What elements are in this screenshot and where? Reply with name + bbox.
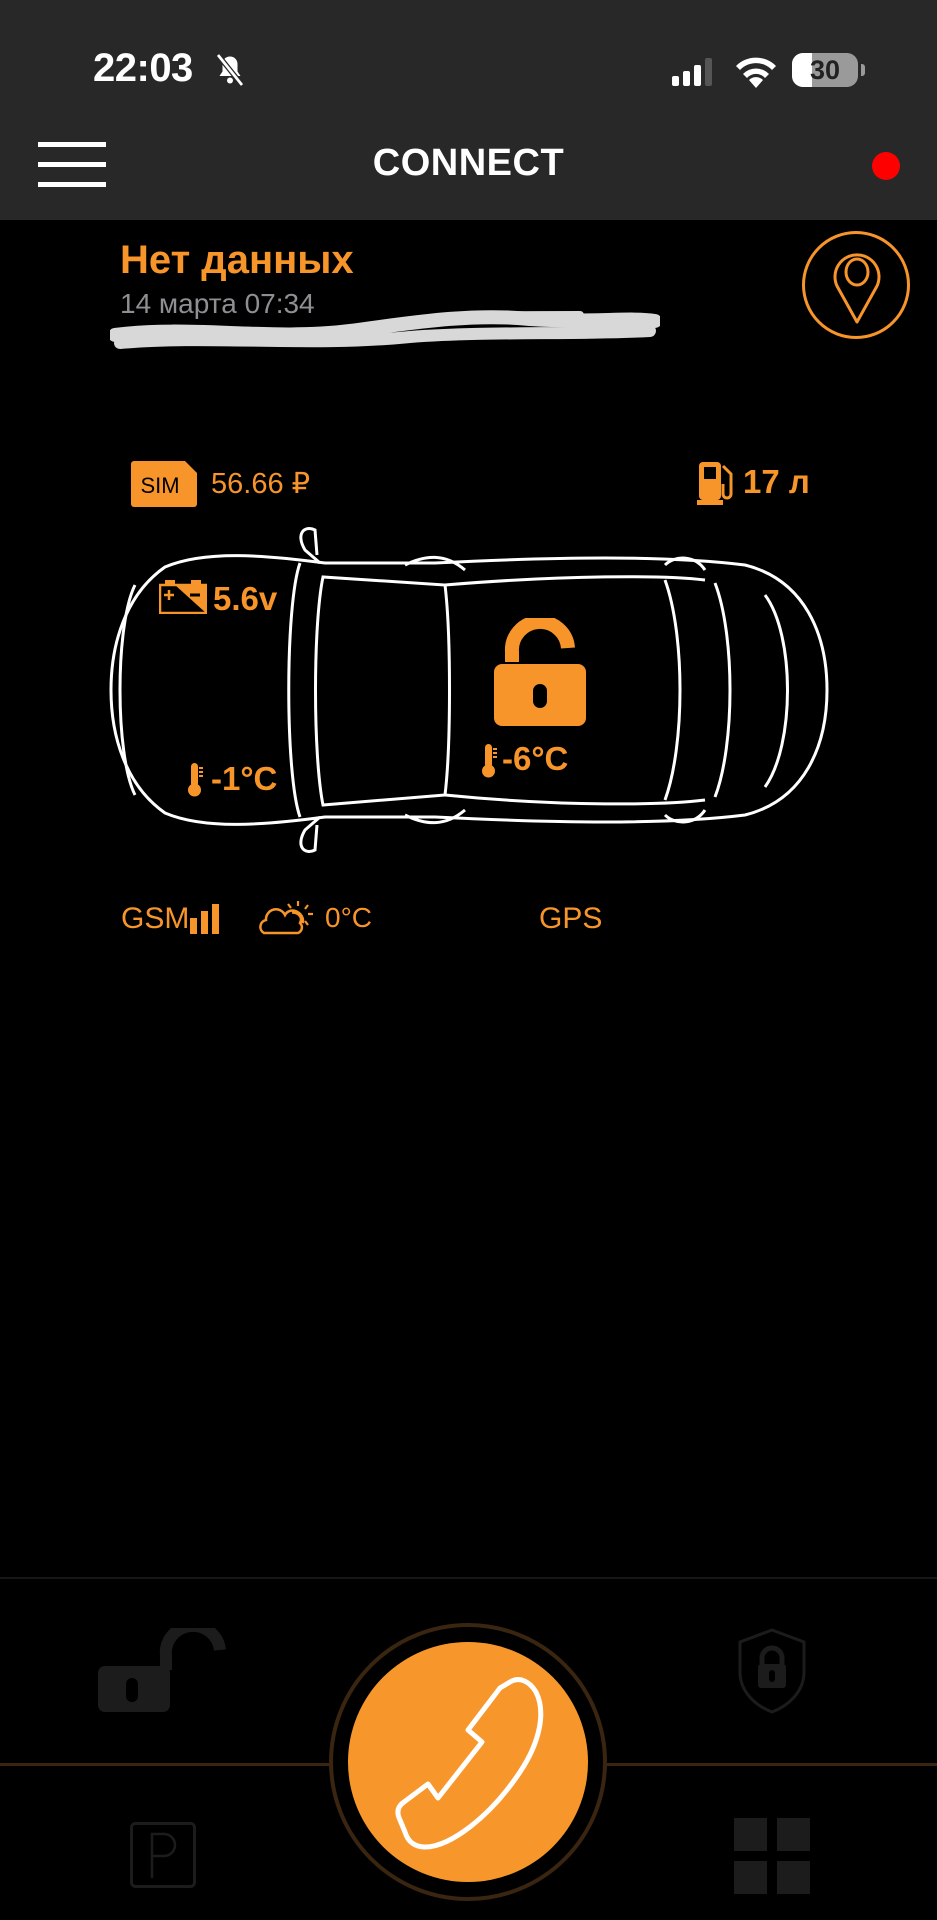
sim-card-icon: SIM [131, 461, 197, 507]
unlock-button[interactable] [98, 1628, 232, 1712]
bell-slash-icon [215, 53, 245, 87]
cabin-temperature: -6°C [502, 740, 569, 777]
gsm-signal-icon [190, 904, 219, 934]
engine-temperature: -1°C [211, 760, 278, 797]
phone-icon [395, 1677, 544, 1850]
top-bar: 22:03 30 CONNECT [0, 0, 937, 220]
cellular-signal-icon [672, 58, 712, 86]
gps-label: GPS [539, 902, 603, 935]
battery-level: 30 [809, 55, 841, 85]
panel-divider [0, 1577, 937, 1579]
fuel-level: 17 л [743, 463, 810, 500]
grid-menu-button[interactable] [734, 1818, 810, 1894]
thermometer-icon [188, 763, 203, 797]
connection-status-dot [872, 152, 900, 180]
car-battery-icon [159, 580, 207, 614]
fuel-pump-icon [697, 462, 733, 505]
location-button[interactable] [802, 231, 910, 339]
parking-button[interactable] [130, 1822, 196, 1888]
sim-badge-label: SIM [140, 473, 179, 498]
map-pin-icon [833, 253, 881, 324]
redacted-address [110, 310, 660, 349]
unlocked-padlock-icon [494, 618, 586, 726]
partly-cloudy-icon [259, 901, 313, 935]
battery-tip [861, 64, 865, 76]
app-title: CONNECT [372, 142, 565, 184]
call-button[interactable] [348, 1642, 588, 1882]
vehicle-state: Нет данных [120, 238, 354, 282]
gsm-label: GSM [121, 902, 190, 935]
sim-balance: 56.66 ₽ [211, 468, 311, 500]
battery-voltage: 5.6v [213, 580, 278, 617]
grid-icon [734, 1818, 810, 1894]
wifi-icon [736, 57, 776, 88]
thermometer-icon [482, 744, 497, 778]
car-outline [109, 527, 829, 853]
outside-temperature: 0°C [325, 902, 372, 933]
security-button[interactable] [738, 1628, 806, 1714]
battery-icon: 30 [792, 53, 858, 87]
status-time: 22:03 [93, 46, 193, 90]
